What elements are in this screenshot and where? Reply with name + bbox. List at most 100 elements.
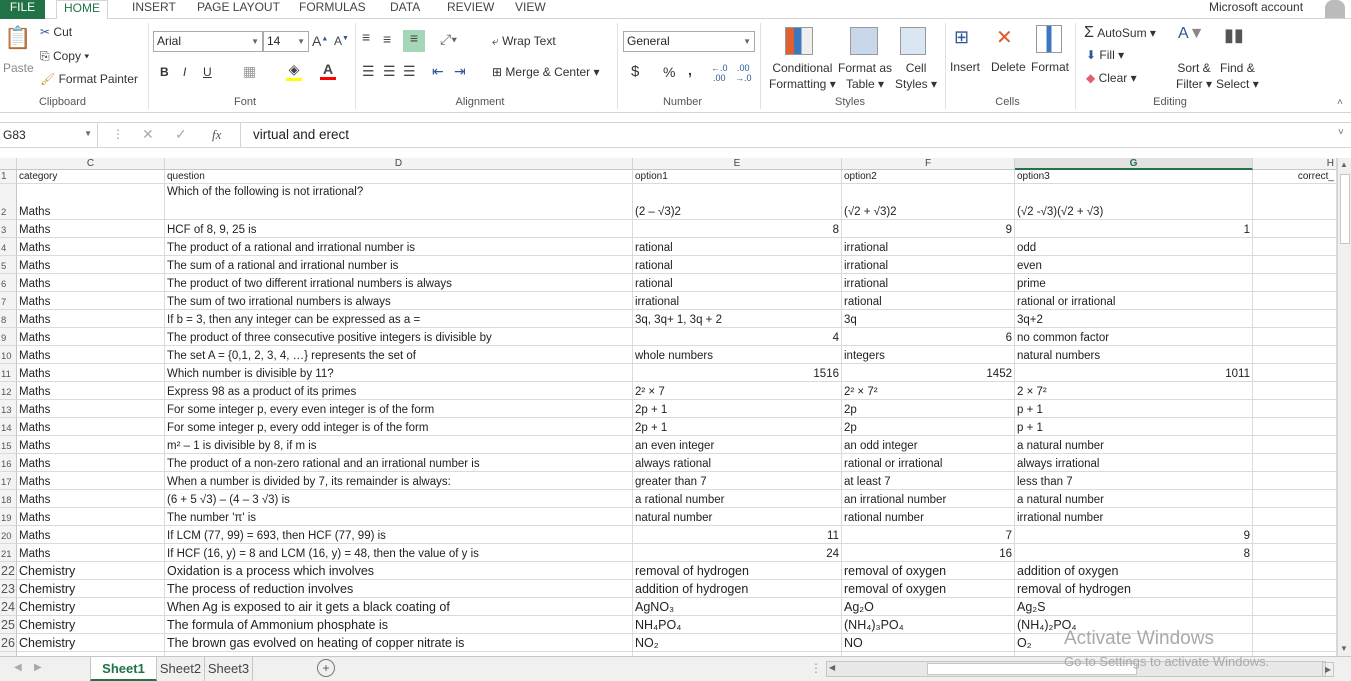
tab-insert[interactable]: INSERT: [130, 0, 178, 19]
row-number[interactable]: 16: [0, 454, 17, 472]
cell-g16[interactable]: always irrational: [1015, 454, 1253, 472]
cell-e14[interactable]: 2p + 1: [633, 418, 842, 436]
select-all-corner[interactable]: [0, 158, 17, 170]
merge-center-button[interactable]: ⊞ Merge & Center ▾: [492, 65, 599, 79]
cell-d16[interactable]: The product of a non-zero rational and a…: [165, 454, 633, 472]
delete-button[interactable]: Delete: [991, 60, 1026, 74]
cell-c13[interactable]: Maths: [17, 400, 165, 418]
sort-filter-button[interactable]: Sort & Filter ▾: [1176, 60, 1212, 92]
cell-h12[interactable]: [1253, 382, 1337, 400]
format-as-table-button[interactable]: Format as Table ▾: [838, 60, 892, 92]
prev-sheet-icon[interactable]: ◀: [14, 662, 22, 673]
cell-d6[interactable]: The product of two different irrational …: [165, 274, 633, 292]
insert-function-button[interactable]: fx: [212, 127, 221, 143]
cell-g7[interactable]: rational or irrational: [1015, 292, 1253, 310]
format-painter-button[interactable]: 🖌 Format Painter: [40, 72, 138, 86]
cell-e9[interactable]: 4: [633, 328, 842, 346]
tab-page-layout[interactable]: PAGE LAYOUT: [195, 0, 282, 19]
align-left-icon[interactable]: ☰: [362, 63, 375, 80]
cell-c20[interactable]: Maths: [17, 526, 165, 544]
row-number[interactable]: 12: [0, 382, 17, 400]
cell-c10[interactable]: Maths: [17, 346, 165, 364]
cell-h22[interactable]: [1253, 562, 1337, 580]
cell-h21[interactable]: [1253, 544, 1337, 562]
formula-input[interactable]: virtual and erect: [253, 127, 349, 142]
cell-c14[interactable]: Maths: [17, 418, 165, 436]
column-header-f[interactable]: F: [842, 158, 1015, 170]
cell-h11[interactable]: [1253, 364, 1337, 382]
cell-h9[interactable]: [1253, 328, 1337, 346]
cell-h14[interactable]: [1253, 418, 1337, 436]
cell-e22[interactable]: removal of hydrogen: [633, 562, 842, 580]
find-select-button[interactable]: Find & Select ▾: [1216, 60, 1259, 92]
align-top-icon[interactable]: ≡: [362, 29, 370, 45]
tab-file[interactable]: FILE: [0, 0, 45, 19]
row-number[interactable]: 14: [0, 418, 17, 436]
cell-e8[interactable]: 3q, 3q+ 1, 3q + 2: [633, 310, 842, 328]
cell-g24[interactable]: Ag₂S: [1015, 598, 1253, 616]
cell-c19[interactable]: Maths: [17, 508, 165, 526]
clear-button[interactable]: ◆ Clear ▾: [1086, 71, 1137, 85]
cell-g9[interactable]: no common factor: [1015, 328, 1253, 346]
cell-g4[interactable]: odd: [1015, 238, 1253, 256]
cell-e2[interactable]: (2 – √3)2: [633, 184, 842, 220]
collapse-ribbon-icon[interactable]: ˄: [1337, 97, 1343, 108]
cell-g2[interactable]: (√2 -√3)(√2 + √3): [1015, 184, 1253, 220]
row-number[interactable]: 13: [0, 400, 17, 418]
cell-f8[interactable]: 3q: [842, 310, 1015, 328]
cell-h2[interactable]: [1253, 184, 1337, 220]
currency-button[interactable]: $: [631, 63, 639, 80]
column-header-g[interactable]: G: [1015, 158, 1253, 170]
cell-e11[interactable]: 1516: [633, 364, 842, 382]
cell-e24[interactable]: AgNO₃: [633, 598, 842, 616]
cell-e12[interactable]: 2² × 7: [633, 382, 842, 400]
paste-button[interactable]: Paste: [3, 61, 34, 75]
cell-c3[interactable]: Maths: [17, 220, 165, 238]
cell-h20[interactable]: [1253, 526, 1337, 544]
cell-g15[interactable]: a natural number: [1015, 436, 1253, 454]
tab-formulas[interactable]: FORMULAS: [297, 0, 368, 19]
paste-icon[interactable]: 📋: [4, 25, 31, 55]
tab-view[interactable]: VIEW: [513, 0, 548, 19]
decrease-font-icon[interactable]: A▼: [334, 34, 349, 48]
decrease-decimal-icon[interactable]: .00 →.0: [735, 63, 752, 83]
cell-f1[interactable]: option2: [842, 170, 1015, 184]
decrease-indent-icon[interactable]: ⇤: [432, 63, 444, 80]
cell-e16[interactable]: always rational: [633, 454, 842, 472]
cell-d2[interactable]: Which of the following is not irrational…: [165, 184, 633, 220]
tab-data[interactable]: DATA: [388, 0, 422, 19]
percent-button[interactable]: %: [663, 64, 675, 80]
cell-g8[interactable]: 3q+2: [1015, 310, 1253, 328]
autosum-button[interactable]: Σ AutoSum ▾: [1084, 24, 1156, 42]
cell-g18[interactable]: a natural number: [1015, 490, 1253, 508]
cell-g13[interactable]: p + 1: [1015, 400, 1253, 418]
cell-f22[interactable]: removal of oxygen: [842, 562, 1015, 580]
cell-d24[interactable]: When Ag is exposed to air it gets a blac…: [165, 598, 633, 616]
comma-button[interactable]: ,: [688, 62, 692, 78]
row-number[interactable]: 26: [0, 634, 17, 652]
expand-formula-bar-icon[interactable]: ˅: [1338, 127, 1344, 138]
font-size-select[interactable]: 14 ▼: [263, 31, 309, 52]
splitter-handle[interactable]: ⋮: [810, 661, 822, 675]
align-bottom-icon[interactable]: ≡: [403, 30, 425, 52]
cell-c9[interactable]: Maths: [17, 328, 165, 346]
row-number[interactable]: 19: [0, 508, 17, 526]
sheet-tab-sheet2[interactable]: Sheet2: [157, 657, 205, 681]
cell-f10[interactable]: integers: [842, 346, 1015, 364]
cell-c5[interactable]: Maths: [17, 256, 165, 274]
cell-g17[interactable]: less than 7: [1015, 472, 1253, 490]
cell-f5[interactable]: irrational: [842, 256, 1015, 274]
cell-e3[interactable]: 8: [633, 220, 842, 238]
row-number[interactable]: 7: [0, 292, 17, 310]
cell-f13[interactable]: 2p: [842, 400, 1015, 418]
add-sheet-icon[interactable]: +: [317, 659, 335, 677]
cell-e13[interactable]: 2p + 1: [633, 400, 842, 418]
row-number[interactable]: 23: [0, 580, 17, 598]
cell-h10[interactable]: [1253, 346, 1337, 364]
cell-e1[interactable]: option1: [633, 170, 842, 184]
cell-c26[interactable]: Chemistry: [17, 634, 165, 652]
cell-c8[interactable]: Maths: [17, 310, 165, 328]
cell-g3[interactable]: 1: [1015, 220, 1253, 238]
spreadsheet-grid[interactable]: C D E F G H 1 category question option1 option2 opt…: [0, 158, 1337, 656]
cell-d19[interactable]: The number 'π' is: [165, 508, 633, 526]
